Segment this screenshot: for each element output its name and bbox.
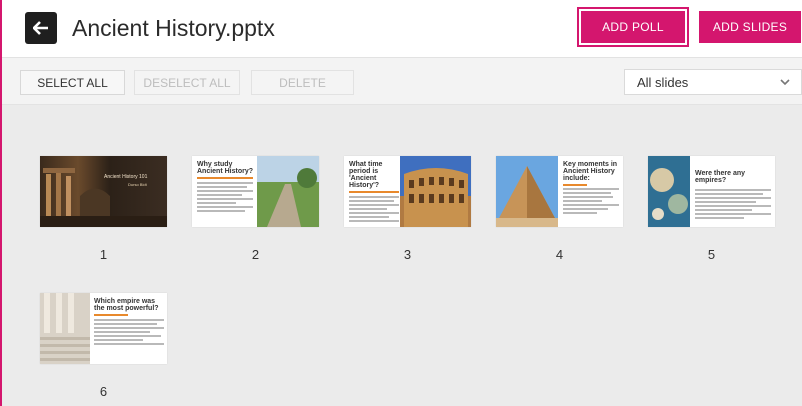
slide-image: Were there any empires? [648,156,775,227]
slide-number: 2 [251,247,260,262]
slide-image: What time period is 'Ancient History'? [344,156,471,227]
slide-title: Why study Ancient History? [197,161,254,175]
slide-image: Which empire was the most powerful? [40,293,167,364]
slide-number: 3 [403,247,412,262]
add-slides-button[interactable]: ADD SLIDES [699,11,801,43]
slide-thumbnail-3[interactable]: What time period is 'Ancient History'? 3 [344,156,471,262]
slide-grid: Ancient History 101 Durso Bldt 1 Why stu… [2,105,802,406]
back-button[interactable] [25,12,57,44]
slide-filter-select[interactable]: All slides [624,69,802,95]
slide-title: What time period is 'Ancient History'? [349,161,383,189]
toolbar: SELECT ALL DESELECT ALL DELETE All slide… [2,58,802,105]
chevron-down-icon [780,79,790,86]
slide-number: 5 [707,247,716,262]
add-poll-focus-ring: ADD POLL [577,7,689,47]
slide-filter-value: All slides [637,74,689,90]
slide-subtitle: Durso Bldt [128,182,147,187]
select-all-button[interactable]: SELECT ALL [20,70,125,95]
slide-title: Were there any empires? [695,170,746,184]
slide-thumbnail-4[interactable]: Key moments in Ancient History include: … [496,156,623,262]
add-poll-button[interactable]: ADD POLL [581,11,685,43]
slide-image: Why study Ancient History? [192,156,319,227]
slide-image: Key moments in Ancient History include: [496,156,623,227]
slide-thumbnail-1[interactable]: Ancient History 101 Durso Bldt 1 [40,156,167,262]
slide-image: Ancient History 101 Durso Bldt [40,156,167,227]
slide-title: Ancient History 101 [104,174,148,180]
slide-thumbnail-5[interactable]: Were there any empires? 5 [648,156,775,262]
arrow-left-icon [33,21,48,35]
deselect-all-button[interactable]: DESELECT ALL [134,70,240,95]
slide-thumbnail-6[interactable]: Which empire was the most powerful? 6 [40,293,167,399]
slide-title: Key moments in Ancient History include: [563,161,618,182]
header: Ancient History.pptx ADD POLL ADD SLIDES [2,0,802,58]
slide-number: 6 [99,384,108,399]
slide-number: 4 [555,247,564,262]
slide-thumbnail-2[interactable]: Why study Ancient History? 2 [192,156,319,262]
delete-button[interactable]: DELETE [251,70,354,95]
slide-title: Which empire was the most powerful? [94,298,159,312]
slide-number: 1 [99,247,108,262]
page-title: Ancient History.pptx [72,15,275,41]
